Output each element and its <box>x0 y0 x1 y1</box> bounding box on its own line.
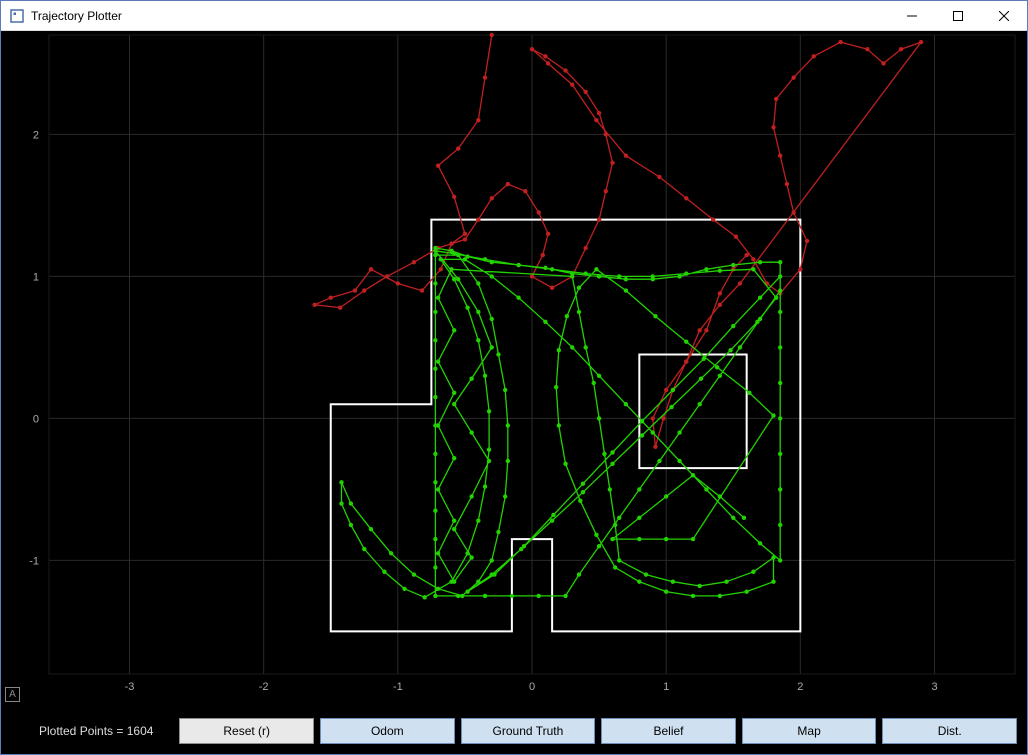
maximize-button[interactable] <box>935 1 981 31</box>
titlebar: Trajectory Plotter <box>1 1 1027 31</box>
app-icon <box>9 8 25 24</box>
svg-text:-2: -2 <box>259 681 269 693</box>
odom-button[interactable]: Odom <box>320 718 455 744</box>
svg-text:2: 2 <box>797 681 803 693</box>
map-button[interactable]: Map <box>742 718 877 744</box>
svg-text:2: 2 <box>33 129 39 141</box>
app-window: Trajectory Plotter -3 -2 -1 0 1 2 3 -1 0 1 2 A Plo… <box>0 0 1028 755</box>
svg-text:0: 0 <box>33 413 39 425</box>
svg-text:0: 0 <box>529 681 535 693</box>
svg-text:1: 1 <box>33 271 39 283</box>
svg-text:3: 3 <box>931 681 937 693</box>
svg-text:-1: -1 <box>29 555 39 567</box>
ground-truth-button[interactable]: Ground Truth <box>461 718 596 744</box>
auto-scale-icon[interactable]: A <box>5 687 20 702</box>
reset-button[interactable]: Reset (r) <box>179 718 314 744</box>
window-title: Trajectory Plotter <box>31 9 122 23</box>
minimize-button[interactable] <box>889 1 935 31</box>
close-button[interactable] <box>981 1 1027 31</box>
svg-text:1: 1 <box>663 681 669 693</box>
plot-area[interactable]: -3 -2 -1 0 1 2 3 -1 0 1 2 A Plotted Points = 1604 … <box>1 31 1027 754</box>
belief-button[interactable]: Belief <box>601 718 736 744</box>
svg-text:-1: -1 <box>393 681 403 693</box>
toolbar: Plotted Points = 1604 Reset (r) Odom Gro… <box>1 708 1027 754</box>
dist-button[interactable]: Dist. <box>882 718 1017 744</box>
trajectory-plot: -3 -2 -1 0 1 2 3 -1 0 1 2 <box>1 31 1027 754</box>
svg-text:-3: -3 <box>125 681 135 693</box>
status-text: Plotted Points = 1604 <box>39 724 153 738</box>
